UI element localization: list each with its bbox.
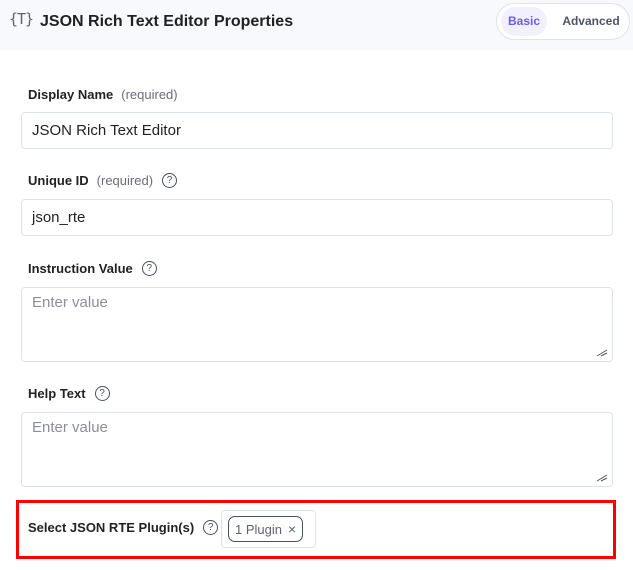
help-icon[interactable]: ? <box>141 261 157 276</box>
plugin-select[interactable]: 1 Plugin × <box>221 510 316 548</box>
plugin-chip[interactable]: 1 Plugin × <box>228 516 304 542</box>
instruction-value-textarea[interactable]: Enter value <box>21 287 613 362</box>
close-icon[interactable]: × <box>288 521 296 537</box>
display-name-label: Display Name <box>28 87 114 102</box>
tab-toggle: Basic Advanced <box>496 3 630 40</box>
instruction-value-label: Instruction Value <box>28 261 133 276</box>
help-icon[interactable]: ? <box>94 386 110 401</box>
unique-id-input[interactable]: json_rte <box>21 199 613 236</box>
rich-text-icon: {T} <box>9 10 34 28</box>
help-text-textarea[interactable]: Enter value <box>21 412 613 487</box>
help-icon[interactable]: ? <box>162 173 178 188</box>
help-text-placeholder: Enter value <box>32 419 108 436</box>
help-icon[interactable]: ? <box>203 520 219 535</box>
tab-basic[interactable]: Basic <box>501 7 547 36</box>
properties-header: {T} JSON Rich Text Editor Properties Bas… <box>0 0 633 50</box>
help-text-label-row: Help Text ? <box>28 386 110 401</box>
resize-handle-icon[interactable] <box>596 349 608 357</box>
instruction-value-label-row: Instruction Value ? <box>28 261 157 276</box>
plugin-chip-label: 1 Plugin <box>235 521 282 537</box>
display-name-label-row: Display Name (required) <box>28 87 178 102</box>
panel-title: JSON Rich Text Editor Properties <box>40 13 294 30</box>
plugins-label-row: Select JSON RTE Plugin(s) ? <box>28 520 219 535</box>
required-hint: (required) <box>96 173 154 188</box>
tab-advanced[interactable]: Advanced <box>555 7 627 36</box>
display-name-input[interactable]: JSON Rich Text Editor <box>21 112 613 149</box>
unique-id-label: Unique ID <box>28 173 89 188</box>
instruction-value-placeholder: Enter value <box>32 294 108 311</box>
help-text-label: Help Text <box>28 386 86 401</box>
required-hint: (required) <box>121 87 178 102</box>
plugins-label: Select JSON RTE Plugin(s) <box>28 520 195 535</box>
unique-id-label-row: Unique ID (required) ? <box>28 173 178 188</box>
resize-handle-icon[interactable] <box>596 474 608 482</box>
